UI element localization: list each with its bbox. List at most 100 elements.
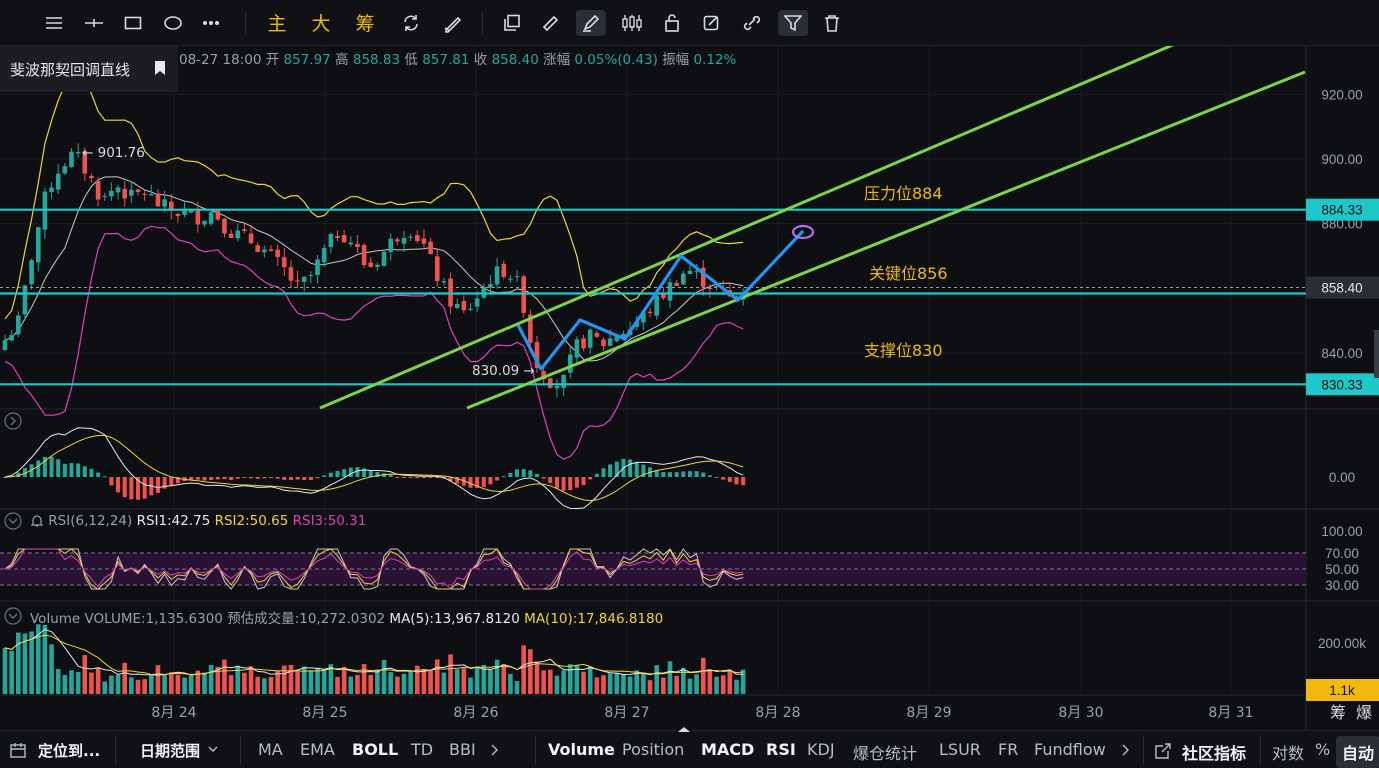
indicator-bbi[interactable]: BBI	[449, 740, 476, 759]
macd-histogram-bar	[275, 477, 280, 479]
pane-resize-handle-icon[interactable]	[676, 725, 692, 733]
chevron-right-icon[interactable]	[1122, 744, 1130, 756]
sub-indicator-lsur[interactable]: LSUR	[939, 740, 981, 759]
macd-histogram-bar	[548, 477, 553, 484]
collapse-rsi-icon[interactable]	[3, 511, 23, 531]
support-price-badge: 830.33	[1321, 377, 1362, 392]
macd-histogram-bar	[395, 477, 400, 478]
lock-icon[interactable]	[660, 10, 684, 36]
large-order-toggle[interactable]: 大	[309, 9, 333, 35]
locate-icon[interactable]	[10, 742, 28, 760]
brush-icon[interactable]	[576, 10, 606, 36]
auto-scale-toggle[interactable]: 自动	[1336, 736, 1379, 768]
macd-histogram-bar	[541, 477, 546, 479]
low-value: 857.81	[422, 52, 470, 68]
rsi-axis-tick: 100.00	[1321, 524, 1362, 539]
ohlc-legend: 08-27 18:00 开 857.97 高 858.83 低 857.81 收…	[179, 48, 736, 68]
more-icon[interactable]	[199, 10, 223, 36]
chart-canvas[interactable]: 920.00900.00880.00840.00884.33858.40830.…	[0, 46, 1379, 730]
main-chart-toggle[interactable]: 主	[265, 9, 289, 35]
candle-body	[22, 285, 28, 315]
rsi3-value: RSI3:50.31	[292, 513, 367, 529]
edit-icon[interactable]	[700, 10, 724, 36]
volume-bar	[255, 676, 260, 694]
sub-indicator-macd[interactable]: MACD	[701, 740, 754, 759]
copy-icon[interactable]	[500, 10, 524, 36]
drawing-tool-label[interactable]: 斐波那契回调直线	[0, 46, 178, 92]
trend-channel[interactable]	[319, 46, 1306, 410]
time-axis-tick: 8月 25	[302, 705, 347, 721]
community-indicators-button[interactable]: 社区指标	[1182, 740, 1246, 764]
filter-icon[interactable]	[778, 10, 808, 36]
indicator-ma[interactable]: MA	[258, 740, 283, 759]
volume-bar	[501, 664, 507, 694]
sub-indicator-liquidation[interactable]: 爆仓统计	[853, 740, 917, 764]
candle-body	[69, 151, 74, 168]
trash-icon[interactable]	[820, 10, 844, 36]
ellipse-icon[interactable]	[160, 10, 186, 36]
log-scale-toggle[interactable]: 对数	[1272, 740, 1304, 764]
bookmark-icon[interactable]	[154, 60, 166, 76]
sub-indicator-kdj[interactable]: KDJ	[807, 740, 835, 759]
support-annotation: 支撑位830	[864, 341, 943, 360]
candle-body	[587, 329, 593, 348]
bottom-divider	[240, 735, 241, 765]
volume-bar	[149, 674, 154, 694]
horizontal-lines-icon[interactable]	[42, 10, 66, 36]
candle-body	[109, 190, 114, 197]
date-range-button[interactable]: 日期范围	[140, 740, 200, 761]
macd-histogram-bar	[628, 459, 633, 477]
collapse-macd-icon[interactable]	[3, 411, 23, 431]
candle-body	[235, 230, 241, 239]
sub-indicator-fr[interactable]: FR	[998, 740, 1018, 759]
volume-bar	[62, 675, 68, 694]
sub-indicator-volume[interactable]: Volume	[548, 740, 615, 759]
macd-histogram-bar	[681, 471, 686, 477]
crosshair-icon[interactable]	[82, 10, 106, 36]
liquidation-toggle[interactable]: 爆	[1356, 703, 1372, 722]
candle-body	[481, 287, 487, 298]
locate-button[interactable]: 定位到...	[38, 740, 100, 761]
candle-body	[2, 340, 8, 350]
chip-distribution-toggle[interactable]: 筹	[353, 9, 377, 35]
chevron-down-icon[interactable]	[208, 746, 218, 754]
indicator-ema[interactable]: EMA	[300, 740, 335, 759]
macd-histogram-bar	[169, 477, 174, 486]
macd-histogram-bar	[588, 477, 593, 480]
volume-bar	[361, 664, 367, 694]
candle-body	[494, 266, 500, 285]
volume-bar	[647, 680, 653, 694]
ruler-icon[interactable]	[538, 10, 562, 36]
link-icon[interactable]	[740, 10, 764, 36]
percent-scale-toggle[interactable]: %	[1315, 740, 1330, 759]
candle-body	[255, 245, 260, 252]
collapse-volume-icon[interactable]	[3, 606, 23, 626]
candle-body	[381, 251, 387, 266]
volume-bar	[49, 644, 54, 694]
macd-histogram-bar	[508, 472, 513, 477]
undo-redo-icon[interactable]	[398, 10, 424, 36]
candle-body	[647, 311, 653, 314]
sub-indicator-position[interactable]: Position	[622, 740, 684, 759]
chips-toggle[interactable]: 筹	[1330, 703, 1346, 722]
candle-body	[607, 338, 613, 346]
pencil-eraser-icon[interactable]	[440, 10, 466, 36]
volume-bar	[208, 665, 214, 694]
volume-bar	[142, 679, 147, 694]
chevron-right-icon[interactable]	[491, 744, 499, 756]
candle-body	[561, 374, 566, 389]
macd-histogram-bar	[521, 469, 526, 477]
indicator-boll[interactable]: BOLL	[352, 740, 398, 759]
sub-indicator-rsi[interactable]: RSI	[766, 740, 796, 759]
candles-icon[interactable]	[620, 10, 644, 36]
rectangle-icon[interactable]	[121, 10, 145, 36]
indicator-td[interactable]: TD	[411, 740, 433, 759]
candle-body	[295, 280, 300, 282]
sub-indicator-fundflow[interactable]: Fundflow	[1034, 740, 1106, 759]
volume-bar	[408, 671, 413, 694]
bell-icon[interactable]	[30, 513, 44, 527]
volume-bar	[587, 666, 593, 694]
external-link-icon[interactable]	[1154, 742, 1172, 760]
volume-bar	[720, 675, 726, 694]
macd-histogram-bar	[82, 466, 87, 477]
